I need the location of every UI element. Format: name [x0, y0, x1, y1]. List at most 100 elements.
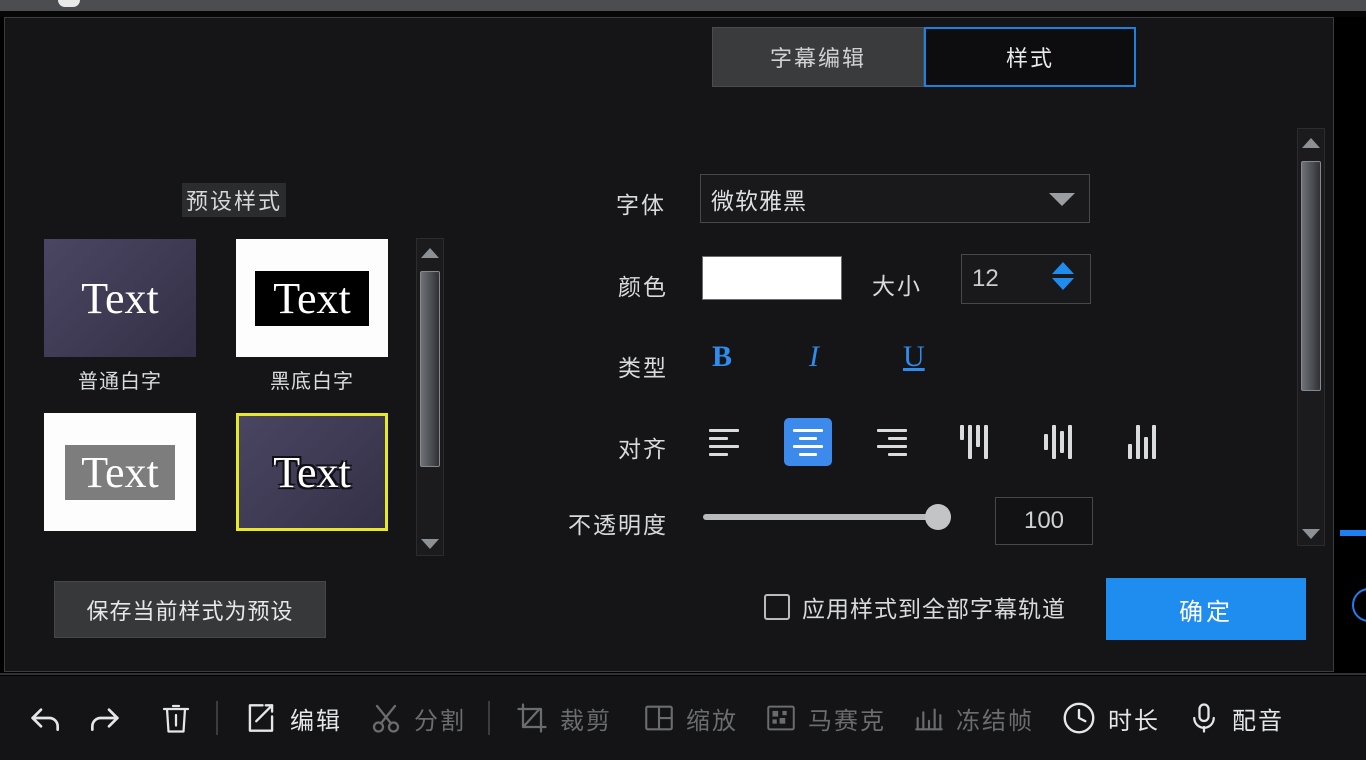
spinner-down-icon[interactable]	[1052, 278, 1074, 290]
edit-button-label: 编辑	[290, 701, 342, 736]
opacity-slider-track[interactable]	[703, 514, 951, 520]
apply-to-all-tracks-checkbox[interactable]: 应用样式到全部字幕轨道	[764, 590, 1066, 624]
font-select-value: 微软雅黑	[701, 182, 807, 216]
preset-section-title: 预设样式	[182, 183, 286, 217]
tab-subtitle-edit[interactable]: 字幕编辑	[712, 27, 924, 87]
preset-thumb-2[interactable]: Text	[44, 413, 196, 531]
mosaic-button-label: 马赛克	[808, 701, 886, 736]
preset-thumb-0[interactable]: Text	[44, 239, 196, 357]
opacity-input-value: 100	[1024, 507, 1064, 535]
tab-style-label: 样式	[1006, 41, 1054, 73]
freeze-frame-icon	[912, 701, 946, 735]
align-center-icon	[793, 429, 823, 456]
scroll-up-arrow-icon[interactable]	[417, 248, 443, 258]
preset-scrollbar-thumb[interactable]	[420, 271, 440, 467]
align-right-button[interactable]	[868, 418, 916, 466]
background-progress-bar	[1340, 530, 1366, 536]
app-root: 字幕编辑 样式 预设样式 Text 普通白字 Text 黑底白字 Te	[0, 0, 1366, 760]
checkbox-icon[interactable]	[764, 594, 790, 620]
confirm-button[interactable]: 确定	[1106, 578, 1306, 640]
scale-button[interactable]: 缩放	[642, 676, 738, 760]
microphone-icon	[1186, 700, 1222, 736]
mosaic-button[interactable]: 马赛克	[764, 676, 886, 760]
font-select[interactable]: 微软雅黑	[700, 174, 1090, 223]
preset-thumb-text-0: Text	[81, 273, 159, 324]
voiceover-button[interactable]: 配音	[1186, 676, 1284, 760]
align-label: 对齐	[618, 430, 704, 464]
spinner-up-icon[interactable]	[1052, 262, 1074, 274]
background-circle-icon	[1352, 588, 1366, 622]
preset-thumb-3-selected[interactable]: Text	[236, 413, 388, 531]
scroll-down-arrow-icon[interactable]	[1298, 520, 1324, 539]
underline-button[interactable]: U	[903, 340, 925, 374]
duration-button-label: 时长	[1108, 701, 1160, 736]
tab-subtitle-edit-label: 字幕编辑	[770, 41, 866, 73]
redo-button[interactable]	[84, 676, 124, 760]
toolbar-divider	[0, 673, 1366, 675]
bold-button[interactable]: B	[712, 340, 732, 374]
preset-thumb-text-3: Text	[273, 447, 351, 498]
color-label: 颜色	[618, 268, 704, 302]
dialog-scrollbar[interactable]	[1297, 128, 1325, 546]
preset-label-0: 普通白字	[44, 365, 196, 401]
align-vertical-middle-icon	[1044, 425, 1076, 459]
align-left-button[interactable]	[700, 418, 748, 466]
preset-thumb-text-2: Text	[65, 445, 175, 500]
list-item[interactable]: Text 黑底白字	[236, 239, 388, 401]
color-swatch[interactable]	[702, 256, 842, 300]
edit-icon	[242, 699, 280, 737]
align-center-button[interactable]	[784, 418, 832, 466]
list-item[interactable]: Text	[236, 413, 388, 531]
bottom-toolbar: 编辑 分割 裁剪	[0, 676, 1366, 760]
type-label: 类型	[618, 349, 704, 383]
tab-style[interactable]: 样式	[924, 27, 1136, 87]
scissors-icon	[368, 700, 404, 736]
scroll-down-arrow-icon[interactable]	[417, 530, 443, 549]
size-input[interactable]: 12	[961, 254, 1091, 304]
align-vertical-top-button[interactable]	[952, 418, 1000, 466]
save-preset-button[interactable]: 保存当前样式为预设	[54, 581, 326, 638]
opacity-input[interactable]: 100	[995, 497, 1093, 545]
zoom-icon	[642, 701, 676, 735]
scroll-up-arrow-icon[interactable]	[1298, 138, 1324, 148]
align-left-icon	[709, 429, 739, 456]
list-item[interactable]: Text 普通白字	[44, 239, 196, 401]
window-titlebar	[0, 0, 1366, 11]
preset-thumb-1[interactable]: Text	[236, 239, 388, 357]
opacity-slider-thumb[interactable]	[925, 504, 951, 530]
chevron-down-icon	[1049, 193, 1075, 206]
preset-thumb-text-1: Text	[255, 271, 369, 326]
italic-button[interactable]: I	[809, 340, 819, 374]
trash-icon	[158, 700, 194, 736]
align-vertical-bottom-icon	[1128, 425, 1160, 459]
scale-button-label: 缩放	[686, 701, 738, 736]
apply-to-all-tracks-label: 应用样式到全部字幕轨道	[802, 590, 1066, 624]
size-label: 大小	[872, 267, 958, 301]
redo-icon	[84, 698, 124, 738]
size-stepper[interactable]	[1052, 262, 1074, 290]
toolbar-separator	[488, 701, 490, 735]
mosaic-icon	[764, 701, 798, 735]
preset-list-scrollbar[interactable]	[416, 238, 444, 556]
crop-icon	[514, 700, 550, 736]
delete-button[interactable]	[158, 676, 194, 760]
preset-label-1: 黑底白字	[236, 365, 388, 401]
freeze-frame-button[interactable]: 冻结帧	[912, 676, 1034, 760]
crop-button[interactable]: 裁剪	[514, 676, 612, 760]
undo-button[interactable]	[26, 676, 66, 760]
clock-icon	[1060, 699, 1098, 737]
freeze-frame-button-label: 冻结帧	[956, 701, 1034, 736]
edit-button[interactable]: 编辑	[242, 676, 342, 760]
size-input-value: 12	[962, 265, 999, 293]
align-vertical-bottom-button[interactable]	[1120, 418, 1168, 466]
confirm-button-label: 确定	[1179, 592, 1233, 627]
dialog-scrollbar-thumb[interactable]	[1301, 161, 1321, 391]
save-preset-label: 保存当前样式为预设	[86, 594, 293, 626]
dialog-tabs: 字幕编辑 样式	[712, 27, 1136, 87]
duration-button[interactable]: 时长	[1060, 676, 1160, 760]
align-vertical-middle-button[interactable]	[1036, 418, 1084, 466]
font-label: 字体	[616, 186, 702, 220]
split-button[interactable]: 分割	[368, 676, 466, 760]
list-item[interactable]: Text	[44, 413, 196, 531]
preset-style-list: Text 普通白字 Text 黑底白字 Text Text	[44, 239, 404, 559]
